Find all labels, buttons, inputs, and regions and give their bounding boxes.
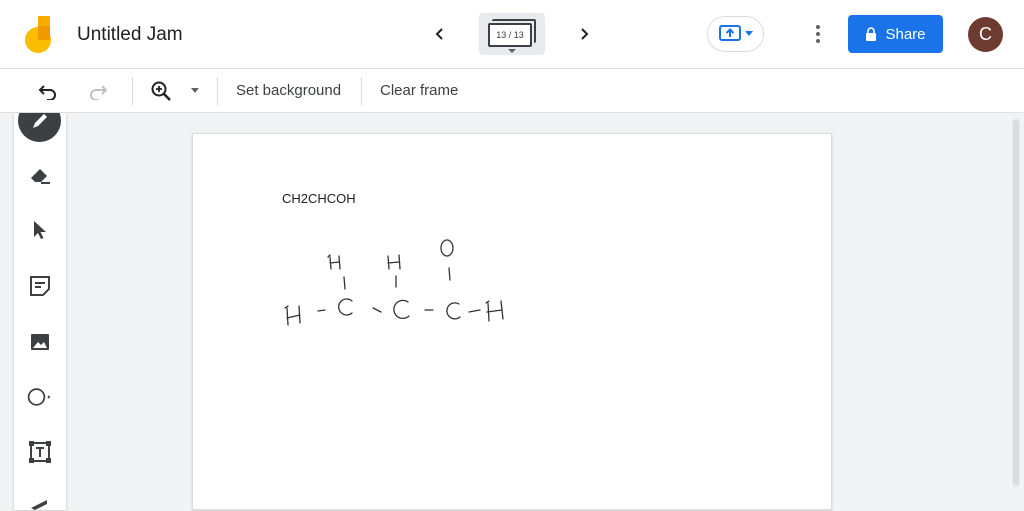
next-frame-button[interactable] (570, 20, 598, 48)
zoom-button[interactable] (149, 79, 173, 103)
previous-frame-button[interactable] (426, 20, 454, 48)
scrollbar-thumb[interactable] (1013, 120, 1019, 485)
tool-sidebar (14, 113, 66, 510)
image-tool-button[interactable] (26, 328, 54, 356)
chevron-right-icon (581, 28, 589, 40)
share-label: Share (885, 25, 926, 43)
zoom-dropdown[interactable] (186, 79, 204, 103)
select-arrow-icon (34, 221, 46, 239)
jamboard-logo (24, 16, 54, 54)
caret-down-icon (508, 49, 516, 53)
clear-frame-button[interactable]: Clear frame (380, 82, 458, 99)
lock-icon (866, 27, 877, 41)
eraser-icon (31, 169, 50, 184)
laser-icon (31, 500, 47, 510)
chevron-left-icon (435, 28, 443, 40)
sticky-note-tool-button[interactable] (26, 272, 54, 300)
undo-button[interactable] (36, 79, 60, 103)
typed-text[interactable]: CH2CHCOH (282, 191, 356, 206)
share-button[interactable]: Share (848, 15, 943, 53)
eraser-tool-button[interactable] (26, 161, 54, 189)
document-title[interactable]: Untitled Jam (77, 24, 183, 46)
text-box-icon (29, 441, 51, 463)
editing-toolbar: Set background Clear frame (0, 69, 1024, 113)
more-dot (816, 39, 820, 43)
set-background-button[interactable]: Set background (236, 82, 341, 99)
more-options-button[interactable] (808, 22, 828, 46)
toolbar-divider (361, 77, 362, 105)
redo-icon (90, 85, 108, 100)
zoom-in-icon (151, 81, 171, 101)
more-dot (816, 25, 820, 29)
caret-down-icon (191, 88, 199, 93)
frame-bar-toggle[interactable]: 13 / 13 (479, 13, 545, 55)
more-dot (816, 32, 820, 36)
toolbar-divider (132, 77, 133, 105)
image-icon (31, 334, 49, 350)
present-button[interactable] (707, 16, 764, 52)
present-screen-icon (718, 25, 741, 41)
sticky-note-icon (30, 276, 50, 296)
undo-icon (38, 85, 56, 100)
jam-frame[interactable]: CH2CHCOH (192, 133, 832, 510)
frame-counter: 13 / 13 (488, 23, 532, 47)
circle-shape-icon (27, 388, 51, 406)
toolbar-divider (217, 77, 218, 105)
account-avatar[interactable]: C (968, 17, 1003, 52)
top-bar: Untitled Jam 13 / 13 Share C (0, 0, 1024, 69)
pen-tool-button[interactable] (18, 113, 61, 142)
pen-icon (32, 113, 47, 128)
shape-tool-button[interactable] (26, 383, 54, 411)
laser-tool-button[interactable] (26, 491, 54, 510)
text-box-tool-button[interactable] (26, 438, 54, 466)
caret-down-icon (744, 31, 753, 36)
redo-button[interactable] (86, 79, 110, 103)
select-tool-button[interactable] (26, 216, 54, 244)
